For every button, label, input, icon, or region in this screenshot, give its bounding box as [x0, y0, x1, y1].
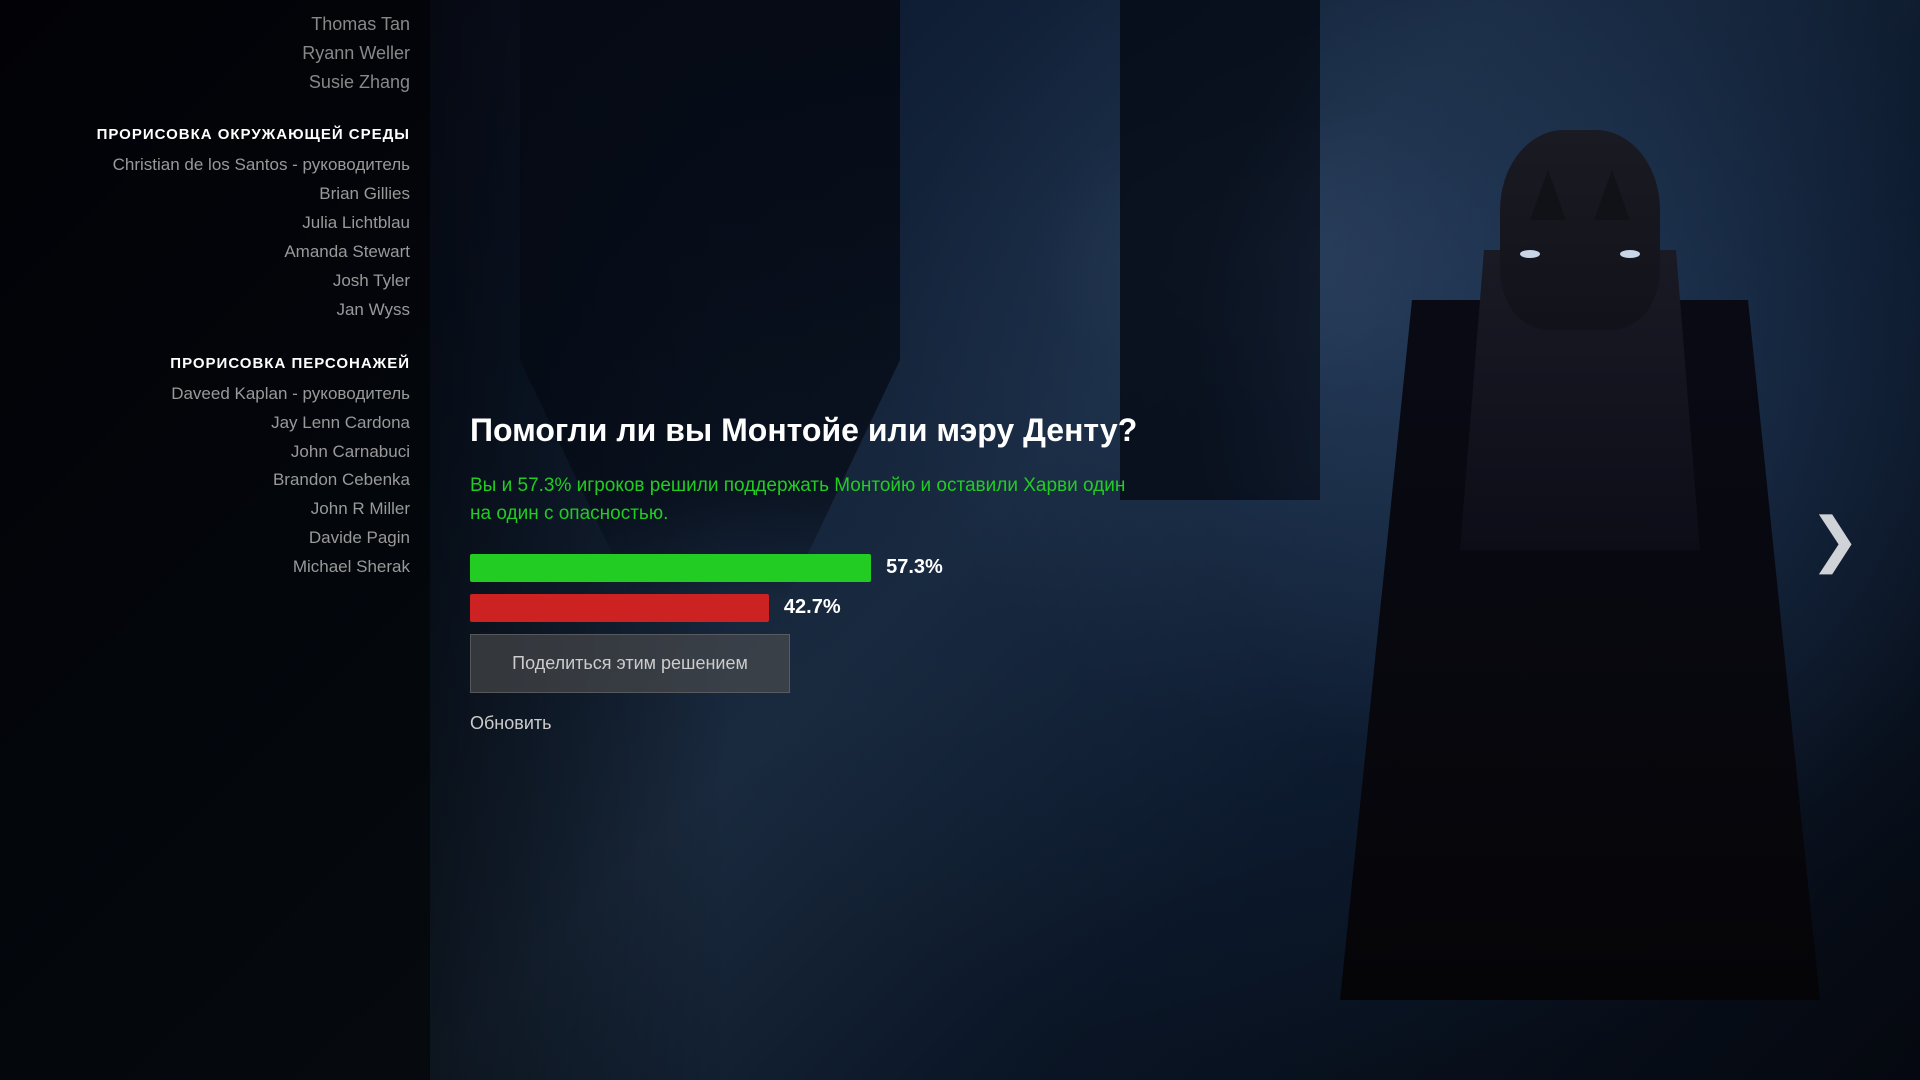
credit-name-jan-wyss: Jan Wyss [20, 296, 410, 325]
batman-ear-right [1594, 170, 1630, 220]
red-bar [470, 594, 769, 622]
batman-ear-left [1530, 170, 1566, 220]
batman-eyes [1520, 250, 1640, 258]
batman-eye-left [1520, 250, 1540, 258]
credit-name-brian-gillies: Brian Gillies [20, 180, 410, 209]
section1-credits: ПРОРИСОВКА ОКРУЖАЮЩЕЙ СРЕДЫ Christian de … [20, 96, 410, 324]
section1-title: ПРОРИСОВКА ОКРУЖАЮЩЕЙ СРЕДЫ [20, 126, 410, 143]
section2-credits: ПРОРИСОВКА ПЕРСОНАЖЕЙ Daveed Kaplan - рук… [20, 325, 410, 582]
top-names: Thomas TanRyann WellerSusie Zhang [20, 10, 410, 96]
poll-question: Помогли ли вы Монтойе или мэру Денту? [470, 410, 1170, 452]
poll-description: Вы и 57.3% игроков решили поддержать Мон… [470, 472, 1150, 529]
red-bar-label: 42.7% [784, 596, 841, 619]
credit-name-thomas-tan: Thomas Tan [20, 10, 410, 39]
stat-bar-row-green: 57.3% [470, 554, 1170, 582]
credit-name-julia: Julia Lichtblau [20, 209, 410, 238]
green-bar-label: 57.3% [886, 556, 943, 579]
credits-panel: Thomas TanRyann WellerSusie Zhang ПРОРИС… [0, 0, 430, 1080]
credit-name-john-c: John Carnabuci [20, 438, 410, 467]
credit-name-jay: Jay Lenn Cardona [20, 409, 410, 438]
poll-panel: Помогли ли вы Монтойе или мэру Денту? Вы… [430, 380, 1210, 769]
stat-bars: 57.3% 42.7% [470, 554, 1170, 622]
credit-name-daveed: Daveed Kaplan - руководитель [20, 380, 410, 409]
credit-name-josh-tyler: Josh Tyler [20, 267, 410, 296]
update-button[interactable]: Обновить [470, 708, 552, 739]
share-button[interactable]: Поделиться этим решением [470, 634, 790, 693]
batman-eye-right [1620, 250, 1640, 258]
stat-bar-row-red: 42.7% [470, 594, 1170, 622]
credit-name-ryann-weller: Ryann Weller [20, 39, 410, 68]
section2-title: ПРОРИСОВКА ПЕРСОНАЖЕЙ [20, 355, 410, 372]
credit-name-susie-zhang: Susie Zhang [20, 68, 410, 97]
credit-name-michael: Michael Sherak [20, 553, 410, 582]
credit-name-john-m: John R Miller [20, 495, 410, 524]
batman-figure [1320, 50, 1840, 1000]
credit-name-brandon: Brandon Cebenka [20, 466, 410, 495]
credit-name-davide: Davide Pagin [20, 524, 410, 553]
batman-head [1500, 130, 1660, 330]
green-bar [470, 554, 871, 582]
credit-name-amanda: Amanda Stewart [20, 238, 410, 267]
credit-name-christian: Christian de los Santos - руководитель [20, 151, 410, 180]
next-arrow[interactable]: ❯ [1810, 505, 1860, 575]
